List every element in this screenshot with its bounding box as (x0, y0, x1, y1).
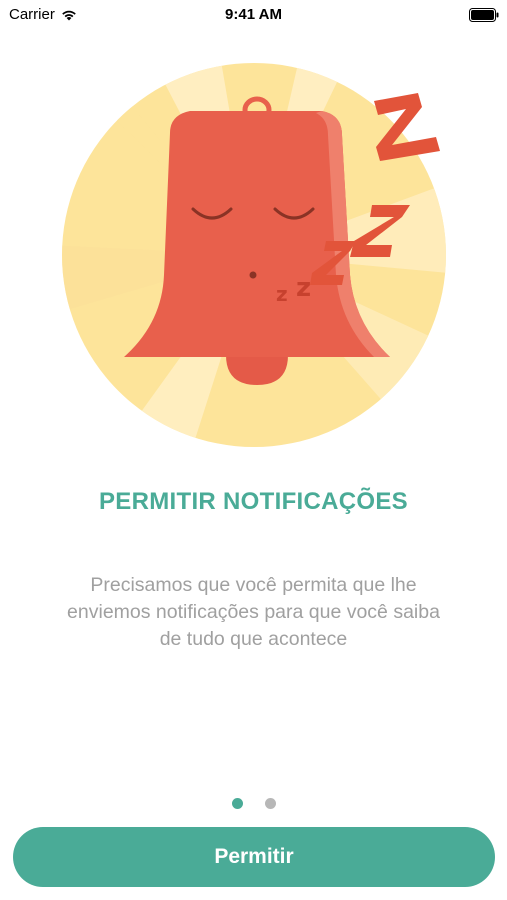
allow-button[interactable]: Permitir (13, 827, 495, 887)
sleeping-bell-illustration: z z (62, 63, 446, 447)
page-dot[interactable] (264, 798, 276, 809)
page-title: PERMITIR NOTIFICAÇÕES (99, 488, 408, 515)
status-bar: Carrier 9:41 AM (0, 0, 507, 30)
page-indicator[interactable] (0, 798, 507, 809)
battery-icon (469, 8, 499, 22)
page-dot-active[interactable] (231, 798, 243, 809)
notification-permission-screen: Carrier 9:41 AM z z PERMITIR NOTIFICAÇÕE… (0, 0, 507, 900)
status-time: 9:41 AM (225, 6, 282, 23)
page-description: Precisamos que você permita que lhe envi… (67, 574, 440, 650)
svg-text:z: z (276, 282, 288, 306)
svg-text:z: z (296, 273, 311, 303)
